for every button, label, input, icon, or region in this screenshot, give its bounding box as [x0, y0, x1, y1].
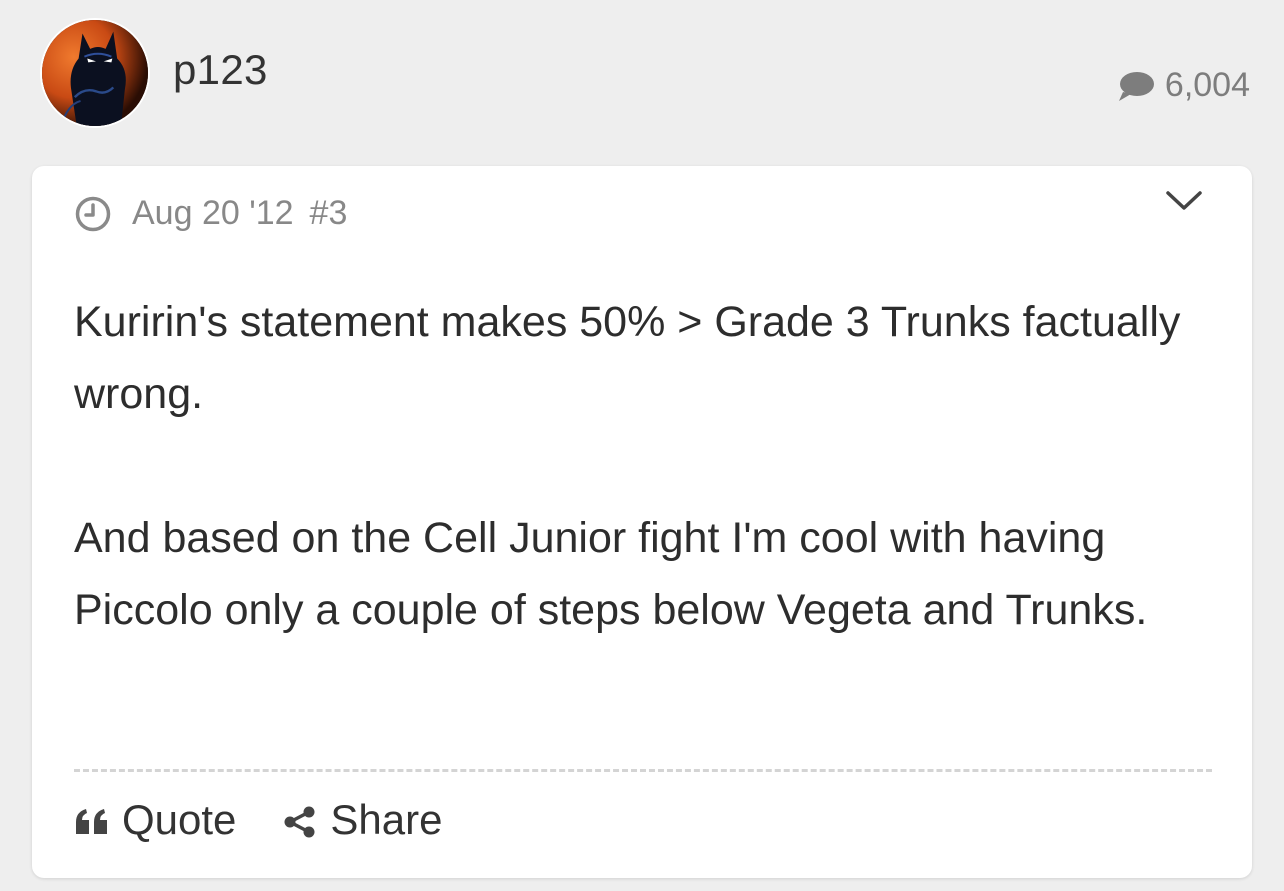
- post-meta: Aug 20 '12 #3: [74, 194, 347, 233]
- post-date[interactable]: Aug 20 '12: [132, 194, 294, 233]
- author-header: p123 6,004: [0, 0, 1284, 150]
- share-icon: [282, 802, 318, 838]
- batman-avatar-image: [42, 20, 148, 126]
- clock-icon: [74, 195, 112, 233]
- share-label: Share: [330, 796, 443, 843]
- post-body: Kuririn's statement makes 50% > Grade 3 …: [74, 286, 1194, 646]
- avatar[interactable]: [40, 18, 150, 128]
- quote-button[interactable]: Quote: [74, 796, 236, 844]
- post-card: Aug 20 '12 #3 Kuririn's statement makes …: [32, 166, 1252, 878]
- forum-post-page: p123 6,004 Aug 20 '12 #3 Kuririn's state…: [0, 0, 1284, 891]
- post-number[interactable]: #3: [310, 194, 348, 233]
- username[interactable]: p123: [173, 46, 268, 94]
- chevron-down-icon[interactable]: [1164, 188, 1204, 214]
- speech-bubble-icon: [1117, 70, 1155, 102]
- post-actions: Quote Share: [74, 796, 443, 844]
- quote-label: Quote: [122, 796, 237, 843]
- post-count-value: 6,004: [1164, 66, 1250, 104]
- post-paragraph: And based on the Cell Junior fight I'm c…: [74, 514, 1148, 634]
- post-count: 6,004: [1117, 66, 1250, 105]
- quote-icon: [74, 802, 110, 838]
- divider: [74, 769, 1212, 772]
- post-paragraph: Kuririn's statement makes 50% > Grade 3 …: [74, 298, 1181, 418]
- share-button[interactable]: Share: [282, 796, 443, 844]
